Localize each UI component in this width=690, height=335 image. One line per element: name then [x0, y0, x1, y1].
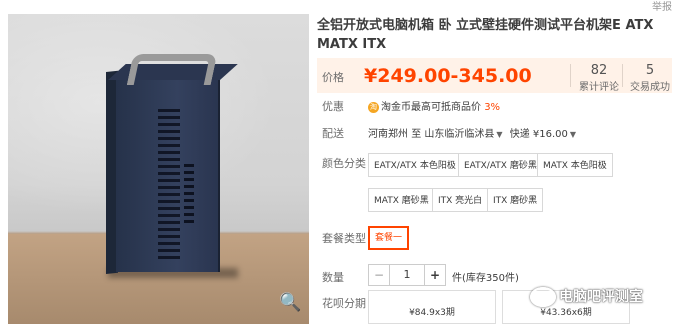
installment-label: 花呗分期 [322, 297, 366, 310]
shipping-row: 河南郑州 至 山东临沂临沭县 ▼ 快递 ¥16.00 ▼ [368, 125, 580, 140]
product-main-image[interactable]: 🔍 [8, 14, 309, 324]
package-label: 套餐类型 [322, 232, 366, 245]
ship-to-word: 至 [411, 129, 422, 140]
method-chevron-down-icon[interactable]: ▼ [570, 130, 576, 139]
sales-count: 5 [645, 63, 655, 78]
price-label: 价格 [322, 71, 344, 84]
price-box: 价格 ¥249.00-345.00 82 累计评论 5 交易成功 [317, 58, 672, 93]
sales-stat: 5 交易成功 [630, 63, 670, 93]
product-title: 全铝开放式电脑机箱 卧 立式壁挂硬件测试平台机架E ATX MATX ITX [317, 18, 654, 52]
quantity-label: 数量 [322, 271, 344, 284]
ship-from: 河南郑州 [368, 129, 408, 140]
quantity-input[interactable]: 1 [389, 264, 425, 286]
quantity-minus-button[interactable]: − [368, 264, 390, 286]
quantity-plus-button[interactable]: + [424, 264, 446, 286]
sales-label: 交易成功 [630, 82, 670, 93]
watermark: 电脑吧评测室 [530, 286, 643, 307]
promo-row: 淘淘金币最高可抵商品价 3% [368, 98, 500, 113]
promo-percent: 3% [484, 102, 501, 113]
installment-option[interactable]: ¥84.9x3期 [368, 290, 496, 324]
shipping-label: 配送 [322, 127, 344, 140]
stock-text: 件(库存350件) [452, 273, 519, 284]
reviews-stat[interactable]: 82 累计评论 [579, 63, 619, 93]
reviews-count: 82 [590, 63, 608, 78]
wechat-icon [530, 287, 556, 307]
report-link[interactable]: 举报 [652, 0, 672, 13]
color-option[interactable]: ITX 亮光白 [432, 188, 489, 212]
case-vent-small [184, 164, 194, 224]
color-option[interactable]: MATX 磨砂黑 [368, 188, 435, 212]
taojinbi-coin-icon: 淘 [368, 101, 379, 113]
reviews-label: 累计评论 [579, 82, 619, 93]
color-option[interactable]: EATX/ATX 磨砂黑 [458, 153, 543, 177]
stat-divider [570, 64, 571, 87]
color-option[interactable]: ITX 磨砂黑 [487, 188, 544, 212]
stat-divider-2 [622, 64, 623, 87]
watermark-text: 电脑吧评测室 [559, 289, 643, 305]
color-option[interactable]: EATX/ATX 本色阳极 [368, 153, 462, 177]
zoom-icon[interactable]: 🔍 [279, 292, 301, 314]
promo-label: 优惠 [322, 100, 344, 113]
case-handle [126, 54, 218, 85]
case-vent [158, 109, 180, 259]
color-option[interactable]: MATX 本色阳极 [537, 153, 613, 177]
ship-method[interactable]: 快递 ¥16.00 [510, 129, 568, 140]
promo-text: 淘金币最高可抵商品价 [381, 102, 481, 113]
color-label: 颜色分类 [322, 157, 366, 170]
ship-destination[interactable]: 山东临沂临沭县 [424, 129, 494, 140]
price-value: ¥249.00-345.00 [364, 65, 532, 87]
package-option-selected[interactable]: 套餐一 [368, 226, 410, 250]
destination-chevron-down-icon[interactable]: ▼ [496, 130, 502, 139]
